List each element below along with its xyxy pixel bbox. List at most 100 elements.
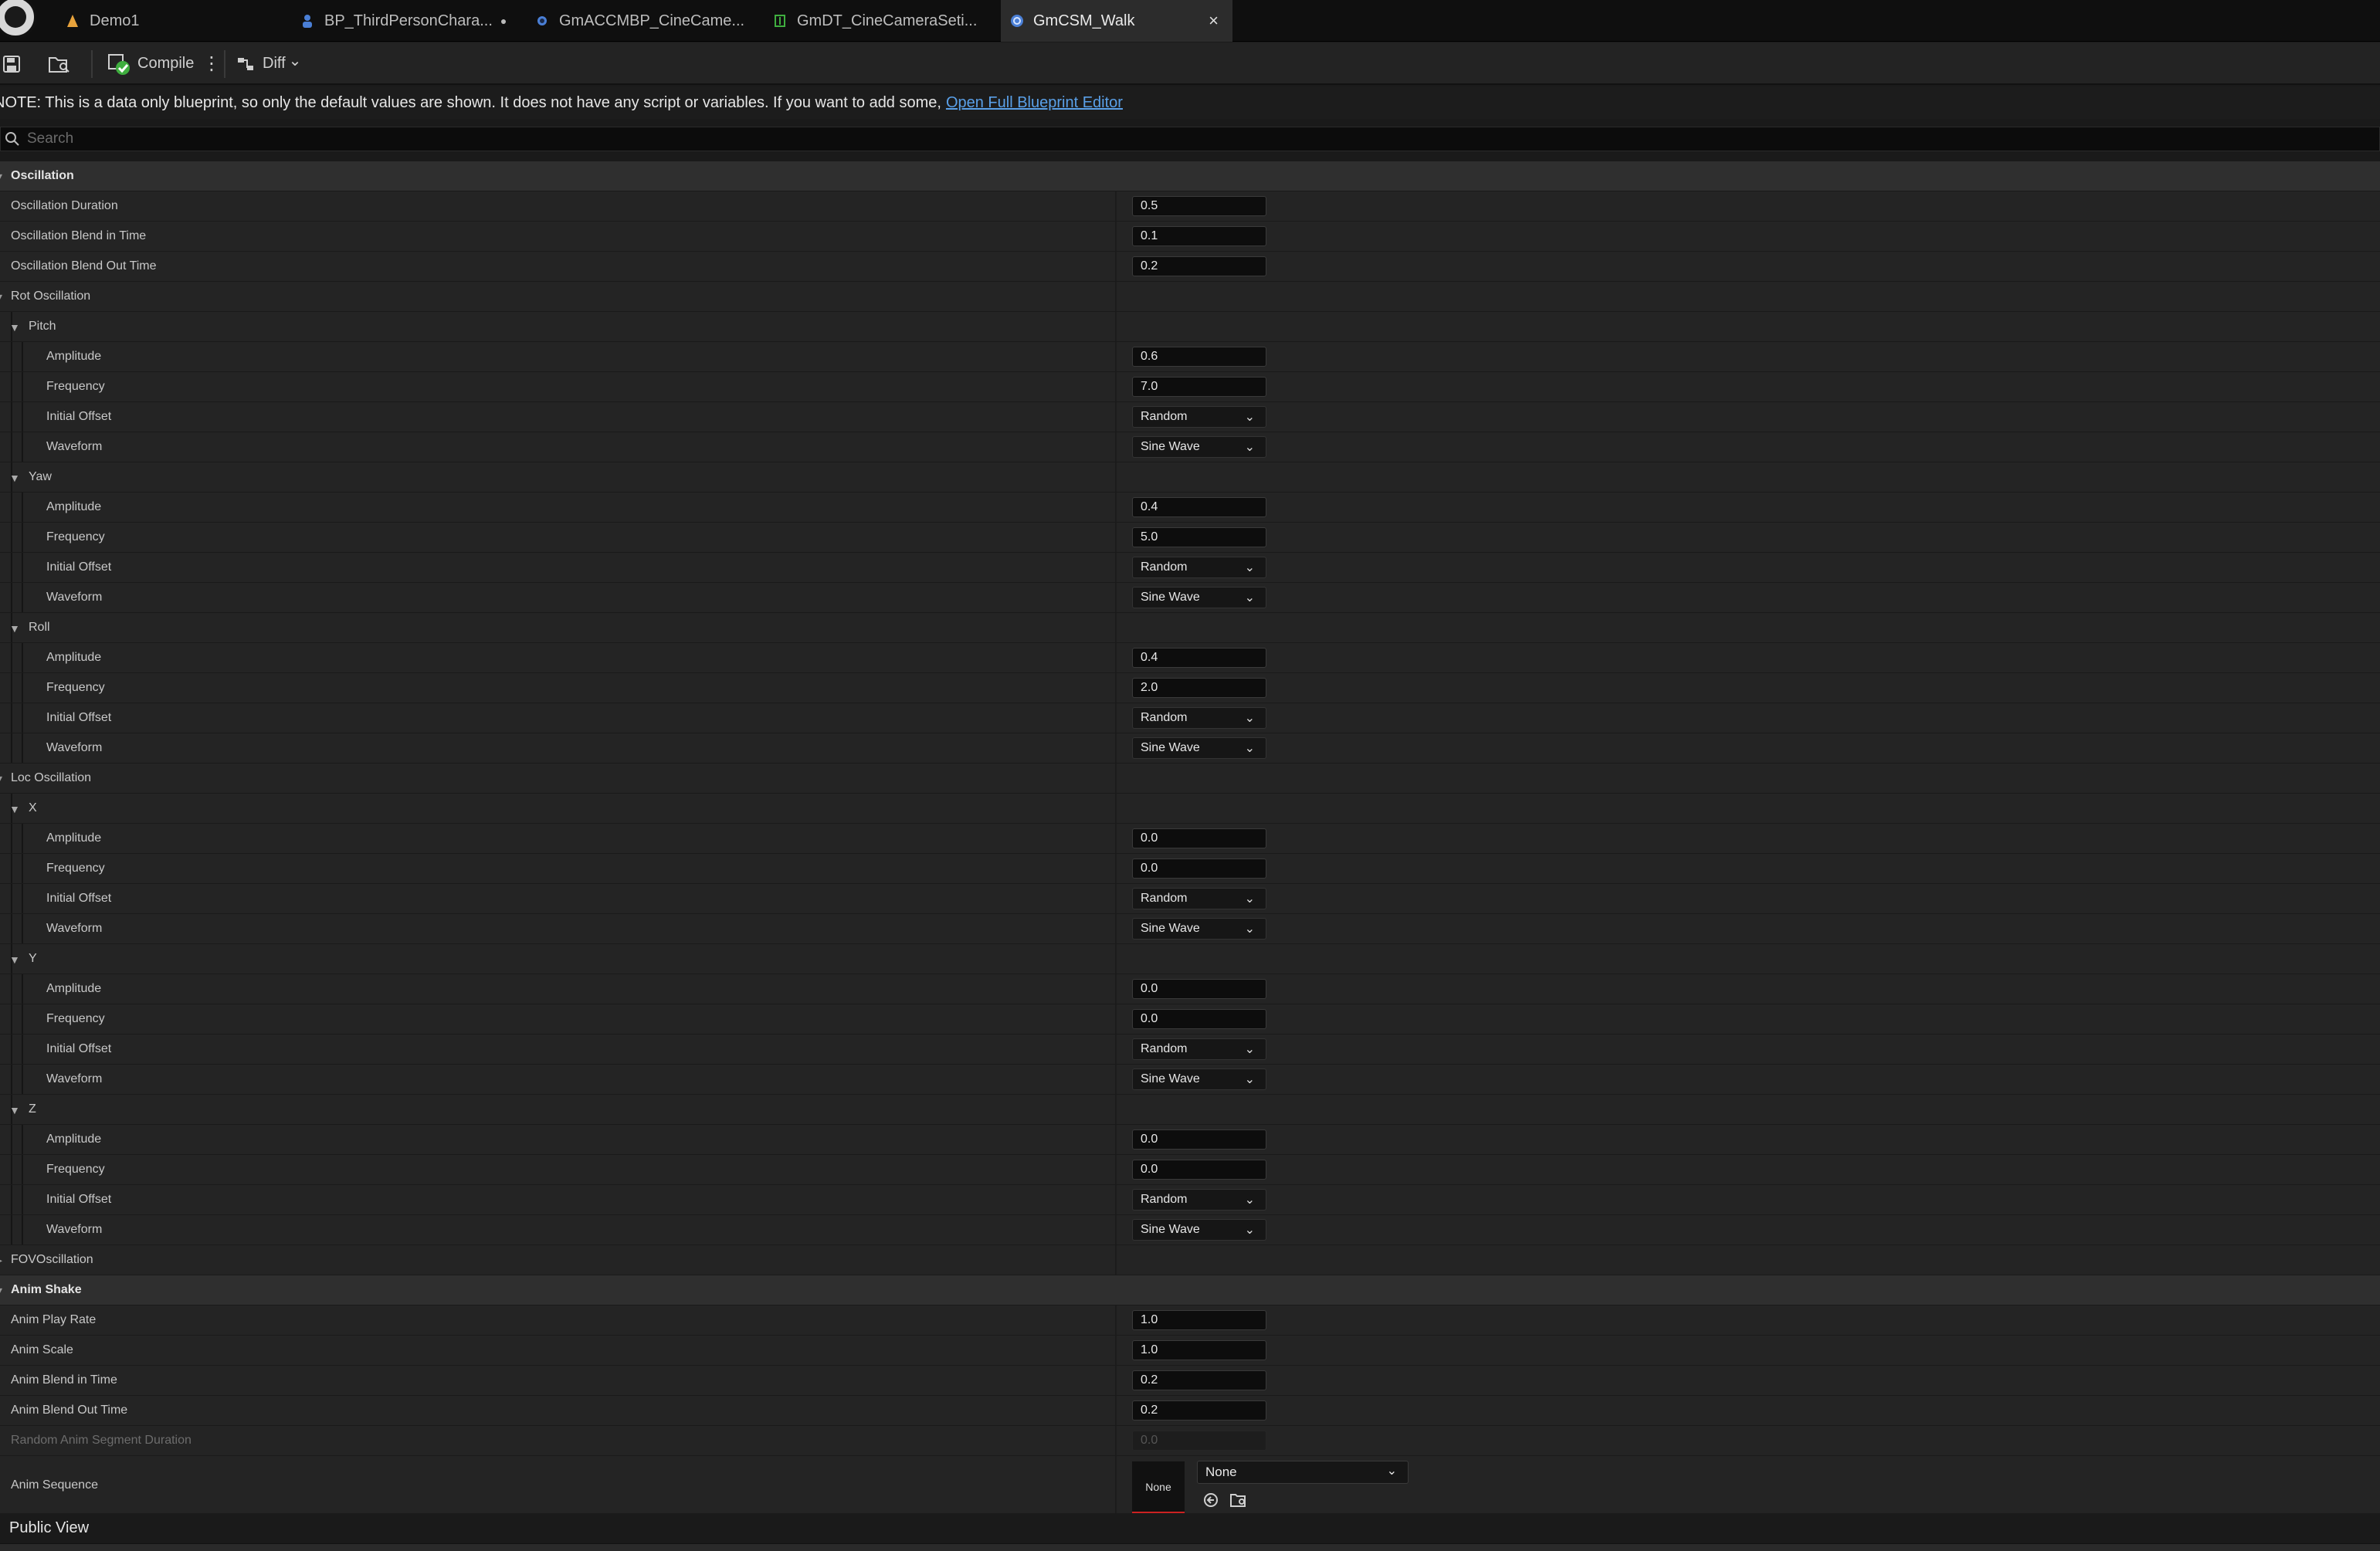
property-label: Waveform	[46, 741, 103, 754]
struct-rot-yaw[interactable]: ▼ Yaw	[0, 462, 2380, 493]
chevron-down-icon: ⌄	[1244, 712, 1255, 725]
struct-loc-oscillation[interactable]: ▾ Loc Oscillation	[0, 764, 2380, 794]
yaw-waveform-dropdown[interactable]: Sine Wave ⌄	[1132, 587, 1266, 608]
property-label: Initial Offset	[46, 1042, 112, 1055]
property-label: Oscillation Duration	[11, 199, 118, 212]
z-waveform-dropdown[interactable]: Sine Wave ⌄	[1132, 1219, 1266, 1241]
roll-amplitude-input[interactable]: 0.4	[1132, 648, 1266, 668]
property-label: Anim Play Rate	[11, 1313, 97, 1326]
expand-arrow-icon: ▼	[9, 622, 20, 635]
loc-oscillation-groups: ▼ X Amplitude 0.0 Frequency 0.0 Initial Offset…	[0, 794, 2380, 1245]
y-initial-offset-dropdown[interactable]: Random ⌄	[1132, 1038, 1266, 1060]
random-anim-segment-input: 0.0	[1132, 1431, 1266, 1451]
tab-bp-thirdpersoncharacter[interactable]: BP_ThirdPersonChara... ●	[287, 0, 519, 42]
property-label: Initial Offset	[46, 711, 112, 724]
property-row-pitch-amplitude: Amplitude 0.6	[0, 342, 2380, 372]
oscillation-duration-input[interactable]: 0.5	[1132, 196, 1266, 216]
roll-waveform-dropdown[interactable]: Sine Wave ⌄	[1132, 737, 1266, 759]
pitch-waveform-dropdown[interactable]: Sine Wave ⌄	[1132, 436, 1266, 458]
x-amplitude-input[interactable]: 0.0	[1132, 828, 1266, 848]
tab-gmdt-cinecamerasettings[interactable]: GmDT_CineCameraSeti...	[763, 0, 995, 42]
oscillation-blend-in-input[interactable]: 0.1	[1132, 226, 1266, 246]
expand-arrow-icon: ▼	[9, 803, 20, 815]
anim-blend-in-input[interactable]: 0.2	[1132, 1370, 1266, 1390]
dropdown-value: Random	[1141, 892, 1188, 905]
oscillation-blend-out-input[interactable]: 0.2	[1132, 256, 1266, 276]
dropdown-value: Random	[1141, 560, 1188, 574]
y-waveform-dropdown[interactable]: Sine Wave ⌄	[1132, 1068, 1266, 1090]
category-oscillation[interactable]: ▾ Oscillation	[0, 161, 2380, 191]
public-view-toggle[interactable]: Public View	[0, 1513, 2380, 1543]
property-row-z-initial-offset: Initial Offset Random ⌄	[0, 1185, 2380, 1215]
tab-bar: Demo1 BP_ThirdPersonChara... ● GmACCMBP_…	[0, 0, 2380, 42]
struct-label: Roll	[29, 621, 50, 634]
browse-asset-button[interactable]	[1228, 1490, 1249, 1510]
chevron-down-icon: ⌄	[1244, 1224, 1255, 1237]
roll-frequency-input[interactable]: 2.0	[1132, 678, 1266, 698]
dropdown-value: Random	[1141, 711, 1188, 724]
roll-initial-offset-dropdown[interactable]: Random ⌄	[1132, 707, 1266, 729]
dropdown-value: Sine Wave	[1141, 440, 1200, 453]
pitch-initial-offset-dropdown[interactable]: Random ⌄	[1132, 406, 1266, 428]
browse-folder-icon	[1230, 1494, 1246, 1507]
x-initial-offset-dropdown[interactable]: Random ⌄	[1132, 888, 1266, 909]
chevron-down-icon: ⌄	[1244, 441, 1255, 454]
tab-gmcsm-walk[interactable]: GmCSM_Walk ×	[1001, 0, 1232, 42]
compile-options-button[interactable]: ⋮	[202, 42, 221, 85]
anim-scale-input[interactable]: 1.0	[1132, 1340, 1266, 1360]
struct-rot-oscillation[interactable]: ▾ Rot Oscillation	[0, 282, 2380, 312]
struct-rot-pitch[interactable]: ▼ Pitch	[0, 312, 2380, 342]
diff-button[interactable]: Diff ⌄	[236, 42, 301, 85]
y-frequency-input[interactable]: 0.0	[1132, 1009, 1266, 1029]
property-row-pitch-initial-offset: Initial Offset Random ⌄	[0, 402, 2380, 432]
search-input[interactable]	[27, 130, 2266, 147]
property-row-pitch-frequency: Frequency 7.0	[0, 372, 2380, 402]
tab-label: BP_ThirdPersonChara...	[324, 12, 493, 29]
struct-label: Y	[29, 952, 37, 965]
y-amplitude-input[interactable]: 0.0	[1132, 979, 1266, 999]
category-anim-shake[interactable]: ▾ Anim Shake	[0, 1275, 2380, 1305]
struct-rot-roll[interactable]: ▼ Roll	[0, 613, 2380, 643]
z-frequency-input[interactable]: 0.0	[1132, 1160, 1266, 1180]
pitch-amplitude-input[interactable]: 0.6	[1132, 347, 1266, 367]
struct-label: Rot Oscillation	[11, 290, 91, 303]
struct-fov-oscillation[interactable]: ▸ FOVOscillation	[0, 1245, 2380, 1275]
struct-label: X	[29, 801, 37, 814]
struct-loc-z[interactable]: ▼ Z	[0, 1095, 2380, 1125]
anim-blend-out-input[interactable]: 0.2	[1132, 1400, 1266, 1421]
z-amplitude-input[interactable]: 0.0	[1132, 1129, 1266, 1150]
collapse-arrow-icon: ▾	[0, 170, 2, 183]
open-full-blueprint-editor-link[interactable]: Open Full Blueprint Editor	[946, 94, 1123, 112]
expand-arrow-icon: ▼	[9, 472, 20, 484]
details-panel: ▾ Oscillation Oscillation Duration 0.5 O…	[0, 161, 2380, 1515]
property-label: Anim Sequence	[11, 1478, 98, 1492]
property-label: Frequency	[46, 530, 105, 544]
struct-loc-x[interactable]: ▼ X	[0, 794, 2380, 824]
yaw-amplitude-input[interactable]: 0.4	[1132, 497, 1266, 517]
close-tab-icon[interactable]: ×	[1209, 11, 1219, 31]
browse-button[interactable]	[48, 42, 71, 85]
tab-demo1[interactable]: Demo1	[46, 0, 278, 42]
chevron-down-icon: ⌄	[288, 52, 302, 69]
property-row-z-waveform: Waveform Sine Wave ⌄	[0, 1215, 2380, 1245]
unreal-logo-icon[interactable]	[0, 0, 37, 39]
pitch-frequency-input[interactable]: 7.0	[1132, 377, 1266, 397]
tab-gmaccmbp-cinecamera[interactable]: GmACCMBP_CineCame...	[525, 0, 757, 42]
anim-play-rate-input[interactable]: 1.0	[1132, 1310, 1266, 1330]
compile-button[interactable]: Compile	[107, 42, 194, 85]
save-button[interactable]	[3, 42, 20, 85]
struct-loc-y[interactable]: ▼ Y	[0, 944, 2380, 974]
property-label: Waveform	[46, 1072, 103, 1085]
x-frequency-input[interactable]: 0.0	[1132, 858, 1266, 879]
yaw-frequency-input[interactable]: 5.0	[1132, 527, 1266, 547]
z-initial-offset-dropdown[interactable]: Random ⌄	[1132, 1189, 1266, 1211]
tab-label: GmDT_CineCameraSeti...	[797, 12, 978, 29]
collapse-arrow-icon: ▾	[0, 290, 2, 303]
x-waveform-dropdown[interactable]: Sine Wave ⌄	[1132, 918, 1266, 940]
use-selected-asset-button[interactable]	[1200, 1490, 1222, 1510]
property-label: Frequency	[46, 1163, 105, 1176]
anim-sequence-dropdown[interactable]: None ⌄	[1197, 1461, 1409, 1484]
asset-thumbnail[interactable]: None	[1132, 1461, 1185, 1514]
property-row-yaw-initial-offset: Initial Offset Random ⌄	[0, 553, 2380, 583]
yaw-initial-offset-dropdown[interactable]: Random ⌄	[1132, 557, 1266, 578]
